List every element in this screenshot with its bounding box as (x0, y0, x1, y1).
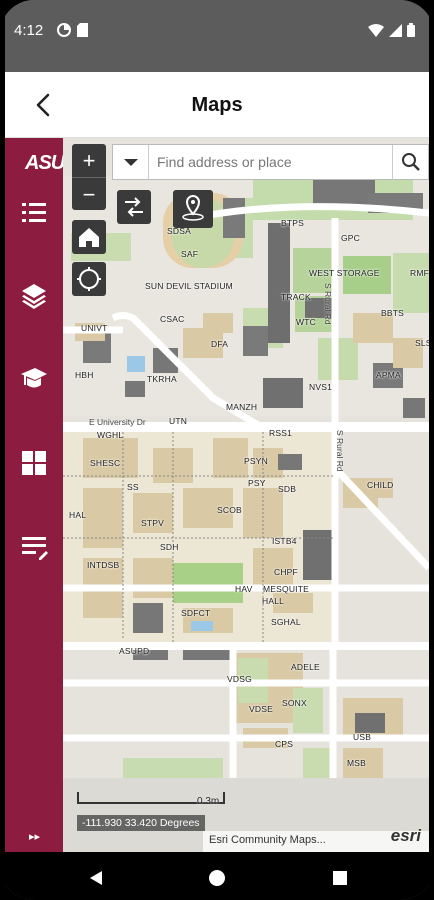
map-label[interactable]: CHPF (274, 567, 298, 577)
notes-icon[interactable] (19, 532, 49, 562)
map-label[interactable]: SLS (415, 338, 429, 348)
map-label[interactable]: NVS1 (309, 382, 332, 392)
map-label[interactable]: RSS1 (269, 428, 292, 438)
map-label[interactable]: SDFCT (181, 608, 210, 618)
home-button[interactable] (72, 220, 106, 254)
map-label[interactable]: DFA (211, 339, 228, 349)
map-label[interactable]: CPS (275, 739, 293, 749)
search-source-dropdown[interactable] (113, 145, 149, 179)
system-nav-bar (5, 852, 429, 900)
locate-button[interactable] (72, 262, 106, 296)
directions-button[interactable] (117, 190, 151, 224)
wifi-icon (368, 23, 384, 37)
battery-icon (407, 23, 415, 37)
status-bar: 4:12 (5, 0, 429, 72)
map-label[interactable]: VDSG (227, 674, 252, 684)
map-label[interactable]: ADELE (291, 662, 320, 672)
screen: 4:12 Maps ASU ▸▸ SDSA SAF SUN DEVIL STAD… (5, 0, 429, 900)
map-label[interactable]: INTDSB (87, 560, 119, 570)
app-header: Maps (5, 72, 429, 138)
map-label[interactable]: ASUPD (119, 646, 149, 656)
map-view[interactable]: SDSA SAF SUN DEVIL STADIUM CSAC BTPS GPC… (63, 138, 429, 852)
street-label: S Rural Rd (323, 283, 333, 325)
signal-icon (389, 23, 402, 37)
map-label[interactable]: WEST STORAGE (309, 268, 380, 278)
home-icon (79, 228, 99, 247)
home-circle-icon[interactable] (207, 868, 227, 888)
map-label[interactable]: UTN (169, 416, 187, 426)
map-label[interactable]: APMA (376, 370, 401, 380)
map-label[interactable]: CHILD (367, 480, 394, 490)
map-label[interactable]: GPC (341, 233, 360, 243)
sim-icon (77, 23, 88, 37)
page-title: Maps (191, 94, 243, 116)
expand-sidebar-button[interactable]: ▸▸ (29, 830, 40, 843)
map-label[interactable]: USB (353, 732, 371, 742)
map-label[interactable]: SUN DEVIL STADIUM (145, 281, 233, 291)
map-label[interactable]: BBTS (381, 308, 404, 318)
asu-logo: ASU (25, 152, 65, 174)
status-time: 4:12 (14, 22, 44, 39)
map-label[interactable]: SS (127, 482, 139, 492)
search-icon (402, 153, 420, 171)
directions-icon (125, 197, 143, 217)
grid-icon[interactable] (19, 448, 49, 478)
map-label[interactable]: HAL (69, 510, 86, 520)
chevron-down-icon (124, 159, 138, 166)
list-icon[interactable] (19, 198, 49, 228)
map-basemap (63, 138, 429, 852)
map-label[interactable]: PSY (248, 478, 266, 488)
map-label[interactable]: SCOB (217, 505, 242, 515)
map-label[interactable]: RMF (410, 268, 429, 278)
coordinate-readout: -111.930 33.420 Degrees (77, 815, 205, 831)
data-saver-icon (57, 23, 71, 37)
map-label[interactable]: SHESC (90, 458, 120, 468)
sidebar: ASU ▸▸ (5, 138, 65, 852)
status-left-icons (57, 23, 88, 37)
map-label[interactable]: SONX (282, 698, 307, 708)
recents-square-icon[interactable] (330, 868, 350, 888)
graduation-cap-icon[interactable] (19, 363, 49, 393)
map-label[interactable]: ISTB4 (272, 536, 297, 546)
location-pin-button[interactable] (173, 190, 213, 228)
map-label[interactable]: SAF (181, 249, 198, 259)
zoom-out-button[interactable]: − (72, 177, 106, 210)
map-label[interactable]: HALL (262, 596, 284, 606)
location-pin-icon (182, 194, 204, 221)
street-label: E University Dr (89, 417, 146, 427)
map-label[interactable]: HBH (75, 370, 94, 380)
status-right-icons (368, 23, 415, 37)
esri-logo: esri (390, 826, 421, 845)
map-label[interactable]: STPV (141, 518, 164, 528)
map-label[interactable]: SDB (278, 484, 296, 494)
zoom-in-button[interactable]: + (72, 144, 106, 177)
search-input[interactable] (157, 145, 387, 179)
street-label: S Rural Rd (335, 430, 345, 472)
map-label[interactable]: PSYN (244, 456, 268, 466)
map-label[interactable]: TKRHA (147, 374, 177, 384)
map-label[interactable]: HAV (235, 584, 252, 594)
locate-icon (77, 267, 101, 291)
map-label[interactable]: UNIVT (81, 323, 108, 333)
map-label[interactable]: MSB (347, 758, 366, 768)
map-label[interactable]: CSAC (160, 314, 184, 324)
zoom-controls: + − (72, 144, 106, 210)
map-label[interactable]: WGHL (97, 430, 123, 440)
map-label[interactable]: TRACK (281, 292, 311, 302)
search-bar (112, 144, 429, 180)
back-triangle-icon[interactable] (86, 868, 106, 888)
map-label[interactable]: SDH (160, 542, 179, 552)
layers-icon[interactable] (19, 281, 49, 311)
map-label[interactable]: BTPS (281, 218, 304, 228)
search-button[interactable] (392, 145, 428, 179)
map-label[interactable]: MESQUITE (263, 584, 309, 594)
device-frame: 4:12 Maps ASU ▸▸ SDSA SAF SUN DEVIL STAD… (0, 0, 434, 900)
scale-label: 0.3m (197, 796, 220, 807)
map-label[interactable]: WTC (296, 317, 316, 327)
map-label[interactable]: VDSE (249, 704, 273, 714)
map-label[interactable]: SGHAL (271, 617, 301, 627)
map-label[interactable]: MANZH (226, 402, 257, 412)
